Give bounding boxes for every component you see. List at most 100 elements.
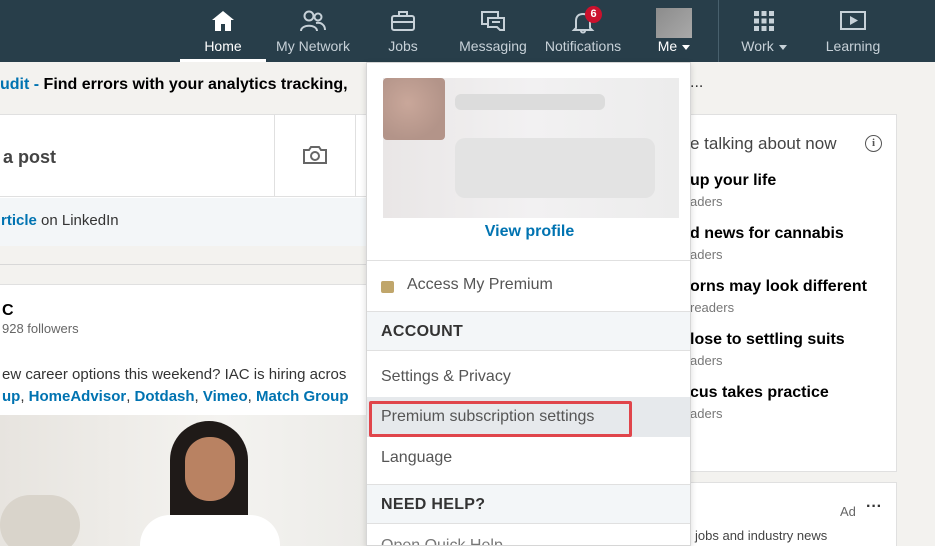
news-item[interactable]: orns may look different readers bbox=[690, 278, 867, 315]
nav-home[interactable]: Home bbox=[180, 0, 266, 62]
divider bbox=[274, 115, 275, 197]
nav-work-label-wrap: Work bbox=[730, 38, 798, 54]
camera-icon[interactable] bbox=[302, 144, 328, 171]
promo-banner-link[interactable]: udit - bbox=[0, 76, 39, 93]
nav-messaging[interactable]: Messaging bbox=[452, 0, 534, 62]
nav-learning-label: Learning bbox=[825, 38, 881, 54]
nav-me[interactable]: Me bbox=[646, 0, 702, 62]
nav-me-label-wrap: Me bbox=[646, 38, 702, 54]
nav-home-label: Home bbox=[204, 38, 242, 54]
news-headline: lose to settling suits bbox=[690, 331, 845, 348]
news-item[interactable]: d news for cannabis aders bbox=[690, 225, 844, 262]
account-section-header: ACCOUNT bbox=[367, 311, 690, 351]
news-headline: up your life bbox=[690, 172, 777, 189]
view-profile-button[interactable]: View profile bbox=[367, 223, 690, 241]
news-headline: orns may look different bbox=[690, 278, 867, 295]
banner-overflow: ... bbox=[690, 74, 704, 91]
news-readers: aders bbox=[690, 247, 723, 262]
network-icon bbox=[299, 10, 327, 35]
photo-shape bbox=[185, 437, 235, 501]
promo-banner[interactable]: udit - Find errors with your analytics t… bbox=[0, 76, 348, 94]
ad-label: Ad bbox=[840, 504, 856, 519]
briefcase-icon bbox=[390, 10, 416, 35]
write-article-text: rticle on LinkedIn bbox=[1, 212, 119, 229]
blurred-name bbox=[455, 94, 605, 110]
profile-summary-blurred[interactable] bbox=[383, 78, 679, 218]
profile-photo bbox=[383, 78, 445, 140]
write-article-suffix: on LinkedIn bbox=[36, 212, 119, 229]
premium-icon bbox=[381, 281, 394, 293]
separator: , bbox=[126, 388, 135, 405]
blurred-headline bbox=[455, 138, 655, 198]
separator: , bbox=[194, 388, 203, 405]
news-headline: cus takes practice bbox=[690, 384, 829, 401]
access-premium-item[interactable]: Access My Premium bbox=[367, 261, 690, 309]
nav-work[interactable]: Work bbox=[730, 0, 798, 62]
info-icon[interactable]: i bbox=[865, 135, 882, 152]
nav-my-network-label: My Network bbox=[276, 38, 350, 54]
messaging-icon bbox=[480, 10, 506, 35]
language-label: Language bbox=[381, 449, 453, 466]
share-box: a post rticle on LinkedIn bbox=[0, 114, 369, 246]
post-link[interactable]: HomeAdvisor bbox=[29, 388, 127, 405]
start-post-prompt[interactable]: a post bbox=[3, 147, 56, 168]
notification-badge: 6 bbox=[585, 6, 602, 23]
news-headline: d news for cannabis bbox=[690, 225, 844, 242]
ad-text[interactable]: jobs and industry news bbox=[695, 528, 827, 543]
quick-help-item[interactable]: Open Quick Help bbox=[381, 537, 503, 545]
promo-banner-text: Find errors with your analytics tracking… bbox=[39, 76, 348, 93]
nav-messaging-label: Messaging bbox=[459, 38, 527, 54]
separator: , bbox=[20, 388, 29, 405]
post-link[interactable]: up bbox=[2, 388, 20, 405]
avatar bbox=[656, 8, 692, 38]
nav-divider bbox=[718, 0, 719, 62]
post-link[interactable]: Match Group bbox=[256, 388, 349, 405]
nav-my-network[interactable]: My Network bbox=[270, 0, 356, 62]
post-followers: 928 followers bbox=[2, 321, 79, 336]
settings-privacy-item[interactable]: Settings & Privacy bbox=[367, 357, 690, 397]
nav-notifications-label: Notifications bbox=[544, 38, 622, 54]
nav-me-label: Me bbox=[657, 38, 678, 54]
nav-learning[interactable]: Learning bbox=[815, 0, 891, 62]
chevron-down-icon bbox=[778, 44, 787, 50]
news-item[interactable]: cus takes practice aders bbox=[690, 384, 829, 421]
settings-privacy-label: Settings & Privacy bbox=[381, 368, 511, 385]
separator: , bbox=[247, 388, 256, 405]
news-title: e talking about now bbox=[690, 134, 837, 153]
post-body-text: ew career options this weekend? IAC is h… bbox=[2, 366, 347, 383]
chevron-down-icon bbox=[682, 44, 691, 50]
more-options-icon[interactable]: ··· bbox=[866, 498, 882, 516]
post-company-links: up, HomeAdvisor, Dotdash, Vimeo, Match G… bbox=[2, 388, 368, 405]
language-item[interactable]: Language bbox=[367, 438, 690, 478]
access-premium-label: Access My Premium bbox=[407, 276, 553, 293]
news-item[interactable]: lose to settling suits aders bbox=[690, 331, 845, 368]
nav-work-label: Work bbox=[741, 38, 774, 54]
play-icon bbox=[839, 10, 867, 35]
top-nav: Home My Network Jobs Messaging 6 Notific… bbox=[0, 0, 935, 62]
home-icon bbox=[211, 10, 235, 35]
news-readers: aders bbox=[690, 406, 723, 421]
help-header-label: NEED HELP? bbox=[381, 496, 486, 513]
write-article-row[interactable]: rticle on LinkedIn bbox=[0, 198, 369, 246]
account-header-label: ACCOUNT bbox=[381, 323, 464, 340]
news-readers: aders bbox=[690, 353, 723, 368]
post-link[interactable]: Dotdash bbox=[135, 388, 195, 405]
help-section-header: NEED HELP? bbox=[367, 484, 690, 524]
post-company-name[interactable]: C bbox=[2, 302, 14, 320]
photo-shape bbox=[140, 515, 280, 546]
post-image[interactable] bbox=[0, 415, 368, 546]
me-dropdown-menu: View profile Access My Premium ACCOUNT S… bbox=[366, 62, 691, 546]
nav-jobs[interactable]: Jobs bbox=[370, 0, 436, 62]
grid-icon bbox=[753, 10, 775, 35]
nav-jobs-label: Jobs bbox=[388, 38, 418, 54]
news-readers: readers bbox=[690, 300, 735, 315]
post-link[interactable]: Vimeo bbox=[203, 388, 248, 405]
news-readers: aders bbox=[690, 194, 723, 209]
annotation-highlight-box bbox=[369, 401, 632, 437]
photo-shape bbox=[0, 495, 80, 546]
feed-divider bbox=[0, 264, 368, 265]
divider bbox=[355, 115, 356, 197]
nav-notifications[interactable]: 6 Notifications bbox=[540, 0, 626, 62]
write-article-link[interactable]: rticle bbox=[1, 212, 37, 229]
news-item[interactable]: up your life aders bbox=[690, 172, 776, 209]
